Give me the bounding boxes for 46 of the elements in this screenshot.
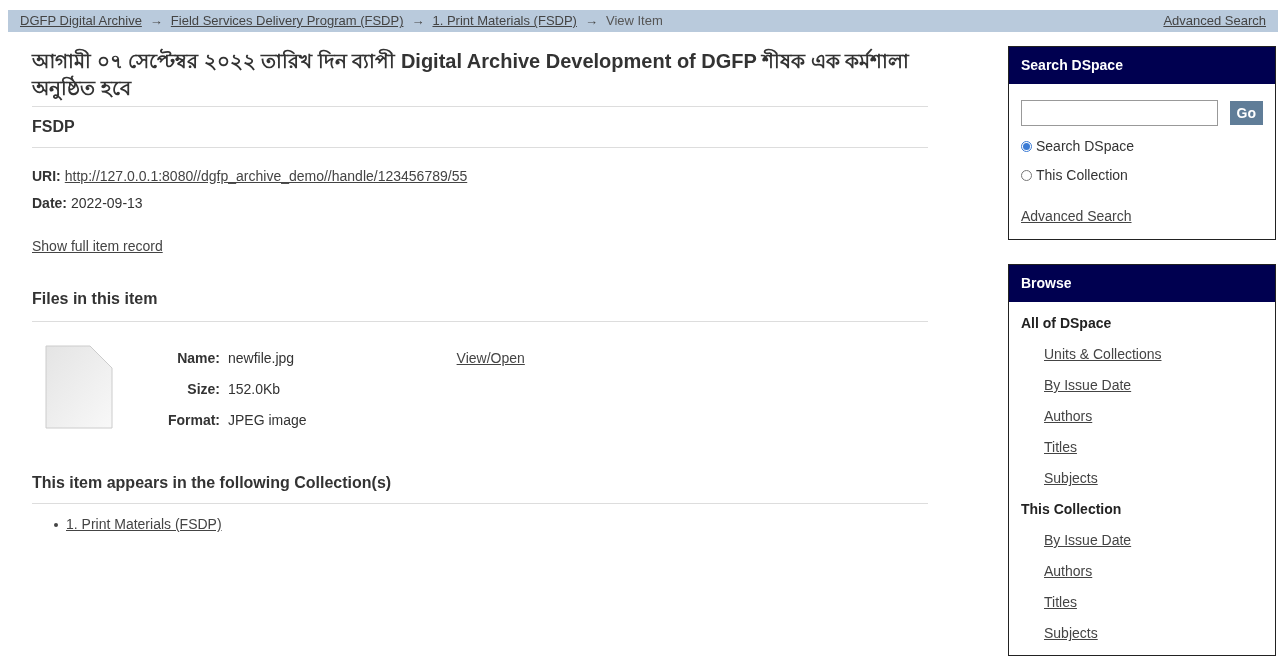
item-title: আগামী ০৭ সেপ্টেম্বর ২০২২ তারিখ দিন ব্যাপী Digital Archive Development of DGFP শীষক এক কর্মশালা অনুষ্ঠিত হবে: [32, 48, 928, 107]
advanced-search-link[interactable]: Advanced Search: [1021, 206, 1132, 227]
browse-link[interactable]: Subjects: [1044, 618, 1098, 649]
file-detail-value: 152.0Kb: [228, 380, 281, 399]
file-detail-label: Name:: [176, 349, 220, 368]
breadcrumb-link[interactable]: 1. Print Materials (FSDP): [432, 11, 577, 31]
radio-button[interactable]: [1021, 141, 1032, 152]
file-detail-label: Size:: [186, 380, 220, 399]
breadcrumb-current: View Item: [605, 12, 663, 31]
browse-link[interactable]: By Issue Date: [1044, 370, 1132, 401]
breadcrumb-link[interactable]: DGFP Digital Archive: [20, 11, 142, 31]
radio-label: Search DSpace: [1036, 137, 1135, 156]
panel-title: Browse: [1009, 265, 1275, 302]
browse-link[interactable]: Titles: [1044, 432, 1077, 463]
browse-group-heading: This Collection: [1021, 500, 1123, 519]
item-subtitle: FSDP: [32, 107, 928, 148]
view-open-link[interactable]: View/Open: [456, 348, 525, 369]
uri-link[interactable]: http://127.0.0.1:8080//dgfp_archive_demo//handle/123456789/55: [64, 166, 468, 187]
file-icon: [44, 344, 114, 430]
file-detail-label: Format:: [166, 411, 220, 430]
browse-link[interactable]: Titles: [1044, 587, 1077, 618]
advanced-search-link[interactable]: Advanced Search: [1163, 11, 1266, 31]
panel-title: Search DSpace: [1009, 47, 1275, 84]
breadcrumb-separator: →: [411, 12, 425, 31]
field-value: 2022-09-13: [71, 194, 143, 213]
bullet-icon: [54, 522, 58, 527]
breadcrumb-separator: →: [149, 12, 163, 31]
browse-link[interactable]: By Issue Date: [1044, 525, 1132, 556]
browse-link[interactable]: Subjects: [1044, 463, 1098, 494]
browse-link[interactable]: Authors: [1044, 401, 1093, 432]
collection-link[interactable]: 1. Print Materials (FSDP): [66, 514, 222, 535]
browse-group-heading: All of DSpace: [1021, 314, 1113, 333]
search-field[interactable]: [1021, 100, 1218, 126]
browse-link[interactable]: Authors: [1044, 556, 1093, 587]
breadcrumb-separator: →: [584, 12, 598, 31]
file-detail-value: JPEG image: [228, 411, 307, 430]
field-label: Date:: [32, 194, 67, 213]
breadcrumb-link[interactable]: Field Services Delivery Program (FSDP): [170, 11, 404, 31]
radio-label: This Collection: [1036, 166, 1128, 185]
section-heading: Files in this item: [32, 287, 928, 322]
field-label: URI:: [32, 167, 61, 186]
section-heading: This item appears in the following Collection(s): [32, 471, 928, 504]
full-record-link[interactable]: Show full item record: [32, 236, 163, 257]
file-detail-value: newfile.jpg: [228, 349, 295, 368]
go-button[interactable]: Go: [1229, 101, 1263, 125]
browse-link[interactable]: Units & Collections: [1044, 339, 1162, 370]
